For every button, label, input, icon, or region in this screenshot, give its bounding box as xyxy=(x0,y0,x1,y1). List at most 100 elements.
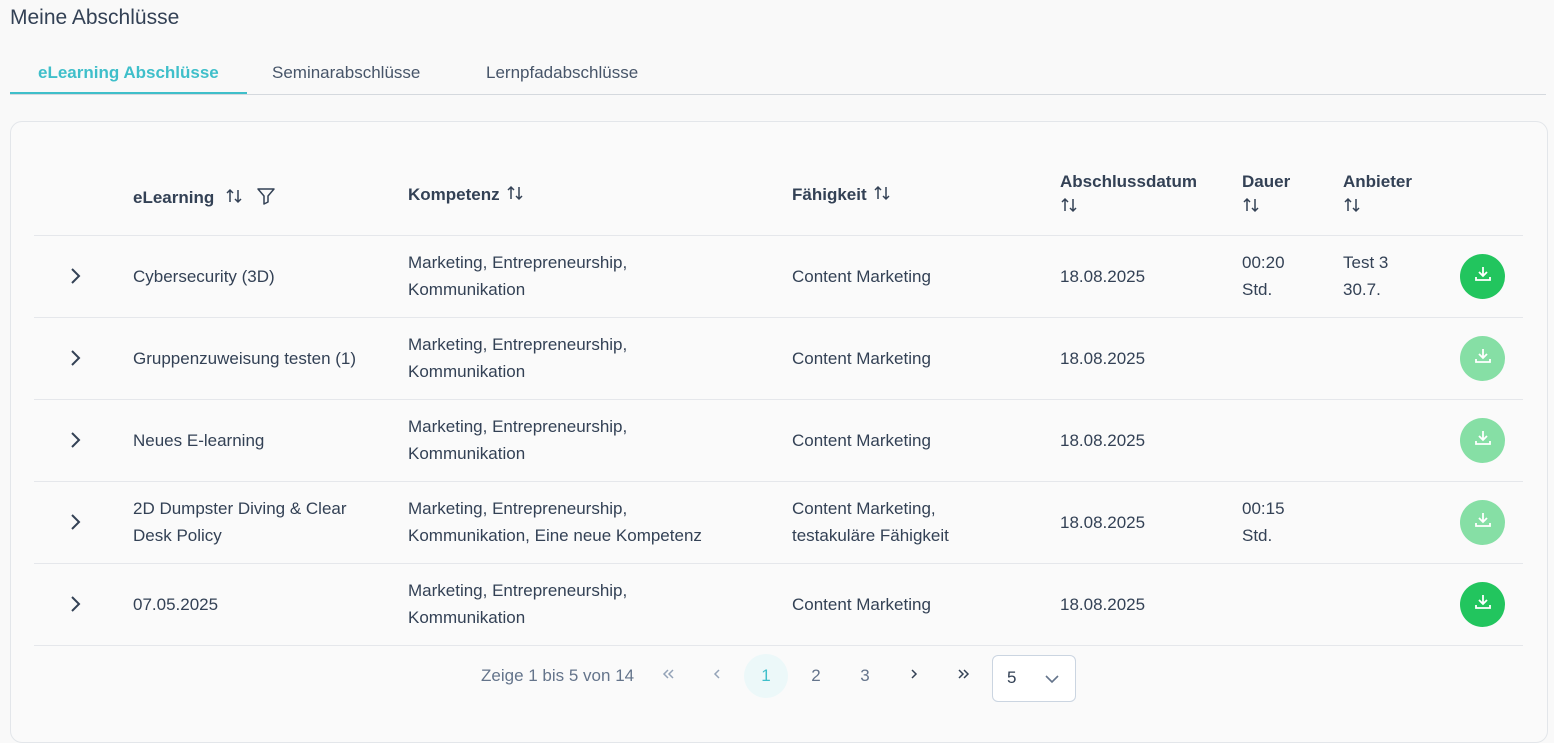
pagination: Zeige 1 bis 5 von 14 1 2 3 5 xyxy=(11,646,1547,702)
cell-abschlussdatum: 18.08.2025 xyxy=(1060,349,1146,368)
cell-line: 2D Dumpster Diving & Clear xyxy=(133,499,347,518)
first-page-icon xyxy=(660,666,676,687)
cell-dauer: 00:20 Std. xyxy=(1242,249,1285,303)
chevron-right-icon[interactable] xyxy=(64,346,86,370)
pagination-summary: Zeige 1 bis 5 von 14 xyxy=(481,666,635,685)
cell-line: Kommunikation xyxy=(408,280,526,299)
download-icon xyxy=(1473,510,1493,535)
table-row: Neues E-learning Marketing, Entrepreneurs… xyxy=(34,400,1523,482)
page-button-3[interactable]: 3 xyxy=(843,654,887,698)
filter-icon[interactable] xyxy=(256,186,276,211)
table-row: 07.05.2025 Marketing, Entrepreneurship, Ko… xyxy=(34,564,1523,646)
chevron-right-icon[interactable] xyxy=(64,592,86,616)
completions-card: eLearning Kompetenz Fähigkeit Abschlussd… xyxy=(10,121,1548,743)
cell-faehigkeit: Content Marketing xyxy=(792,263,931,290)
download-icon xyxy=(1473,428,1493,453)
download-icon xyxy=(1473,346,1493,371)
cell-line: Desk Policy xyxy=(133,526,222,545)
column-label-dauer: Dauer xyxy=(1242,172,1291,191)
cell-line: Marketing, Entrepreneurship, xyxy=(408,417,628,436)
sort-icon[interactable] xyxy=(1343,196,1361,219)
tab-lernpfadabschluesse[interactable]: Lernpfadabschlüsse xyxy=(458,54,666,92)
page-button-2[interactable]: 2 xyxy=(794,654,838,698)
cell-line: Kommunikation, Eine neue Kompetenz xyxy=(408,526,702,545)
cell-line: Content Marketing xyxy=(792,267,931,286)
previous-page-button[interactable] xyxy=(695,654,739,698)
cell-line: Marketing, Entrepreneurship, xyxy=(408,499,628,518)
column-label-elearning: eLearning xyxy=(133,187,215,207)
tab-elearning-abschluesse[interactable]: eLearning Abschlüsse xyxy=(10,54,247,94)
cell-line: Content Marketing xyxy=(792,595,931,614)
page-size-value: 5 xyxy=(1007,668,1017,687)
download-button[interactable] xyxy=(1460,254,1505,299)
cell-line: Content Marketing, xyxy=(792,499,936,518)
page-title: Meine Abschlüsse xyxy=(10,6,180,29)
cell-line: Gruppenzuweisung testen (1) xyxy=(133,349,357,368)
table-header: eLearning Kompetenz Fähigkeit Abschlussd… xyxy=(34,122,1523,236)
cell-line: Test 3 xyxy=(1343,253,1389,272)
last-page-icon xyxy=(956,666,972,687)
column-label-kompetenz: Kompetenz xyxy=(408,184,500,204)
download-button[interactable] xyxy=(1460,500,1505,545)
cell-line: 30.7. xyxy=(1343,280,1381,299)
column-header-kompetenz: Kompetenz xyxy=(408,184,524,207)
cell-abschlussdatum: 18.08.2025 xyxy=(1060,267,1146,286)
cell-faehigkeit: Content Marketing xyxy=(792,427,931,454)
cell-abschlussdatum: 18.08.2025 xyxy=(1060,431,1146,450)
page-size-select[interactable]: 5 xyxy=(992,655,1076,702)
first-page-button[interactable] xyxy=(646,654,690,698)
cell-line: testakuläre Fähigkeit xyxy=(792,526,949,545)
cell-abschlussdatum: 18.08.2025 xyxy=(1060,513,1146,532)
column-label-abschlussdatum: Abschlussdatum xyxy=(1060,172,1197,191)
cell-anbieter: Test 3 30.7. xyxy=(1343,249,1388,303)
column-header-anbieter: Anbieter xyxy=(1343,172,1412,219)
cell-line: Neues E-learning xyxy=(133,431,265,450)
cell-kompetenz: Marketing, Entrepreneurship, Kommunikatio… xyxy=(408,331,627,385)
tab-seminarabschluesse[interactable]: Seminarabschlüsse xyxy=(244,54,448,92)
chevron-right-icon[interactable] xyxy=(64,428,86,452)
cell-elearning: 2D Dumpster Diving & Clear Desk Policy xyxy=(133,495,347,549)
column-label-faehigkeit: Fähigkeit xyxy=(792,184,867,204)
next-page-icon xyxy=(906,666,922,687)
download-icon xyxy=(1473,264,1493,289)
last-page-button[interactable] xyxy=(942,654,986,698)
cell-elearning: Neues E-learning xyxy=(133,427,264,454)
cell-line: Marketing, Entrepreneurship, xyxy=(408,581,628,600)
cell-abschlussdatum: 18.08.2025 xyxy=(1060,595,1146,614)
sort-icon[interactable] xyxy=(1242,196,1260,219)
cell-faehigkeit: Content Marketing xyxy=(792,591,931,618)
download-button[interactable] xyxy=(1460,336,1505,381)
chevron-right-icon[interactable] xyxy=(64,510,86,534)
cell-kompetenz: Marketing, Entrepreneurship, Kommunikatio… xyxy=(408,249,627,303)
download-button[interactable] xyxy=(1460,418,1505,463)
cell-line: 00:20 xyxy=(1242,253,1285,272)
page-button-1[interactable]: 1 xyxy=(744,654,788,698)
column-header-abschlussdatum: Abschlussdatum xyxy=(1060,172,1197,219)
cell-kompetenz: Marketing, Entrepreneurship, Kommunikatio… xyxy=(408,413,627,467)
cell-elearning: 07.05.2025 xyxy=(133,591,218,618)
cell-line: Cybersecurity (3D) xyxy=(133,267,275,286)
column-label-anbieter: Anbieter xyxy=(1343,172,1412,191)
download-button[interactable] xyxy=(1460,582,1505,627)
cell-line: Marketing, Entrepreneurship, xyxy=(408,335,628,354)
cell-elearning: Cybersecurity (3D) xyxy=(133,263,275,290)
next-page-button[interactable] xyxy=(892,654,936,698)
chevron-down-icon xyxy=(1043,670,1061,693)
cell-elearning: Gruppenzuweisung testen (1) xyxy=(133,345,356,372)
sort-icon[interactable] xyxy=(506,184,524,207)
chevron-right-icon[interactable] xyxy=(64,264,86,288)
cell-line: Content Marketing xyxy=(792,349,931,368)
cell-line: Kommunikation xyxy=(408,608,526,627)
cell-faehigkeit: Content Marketing xyxy=(792,345,931,372)
cell-line: Std. xyxy=(1242,526,1273,545)
sort-icon[interactable] xyxy=(1060,196,1078,219)
cell-line: 07.05.2025 xyxy=(133,595,219,614)
cell-kompetenz: Marketing, Entrepreneurship, Kommunikatio… xyxy=(408,495,702,549)
table-row: Cybersecurity (3D) Marketing, Entrepreneu… xyxy=(34,236,1523,318)
table-row: 2D Dumpster Diving & Clear Desk Policy Mar… xyxy=(34,482,1523,564)
download-icon xyxy=(1473,592,1493,617)
sort-icon[interactable] xyxy=(225,187,243,210)
cell-line: Kommunikation xyxy=(408,362,526,381)
sort-icon[interactable] xyxy=(873,184,891,207)
cell-kompetenz: Marketing, Entrepreneurship, Kommunikatio… xyxy=(408,577,627,631)
